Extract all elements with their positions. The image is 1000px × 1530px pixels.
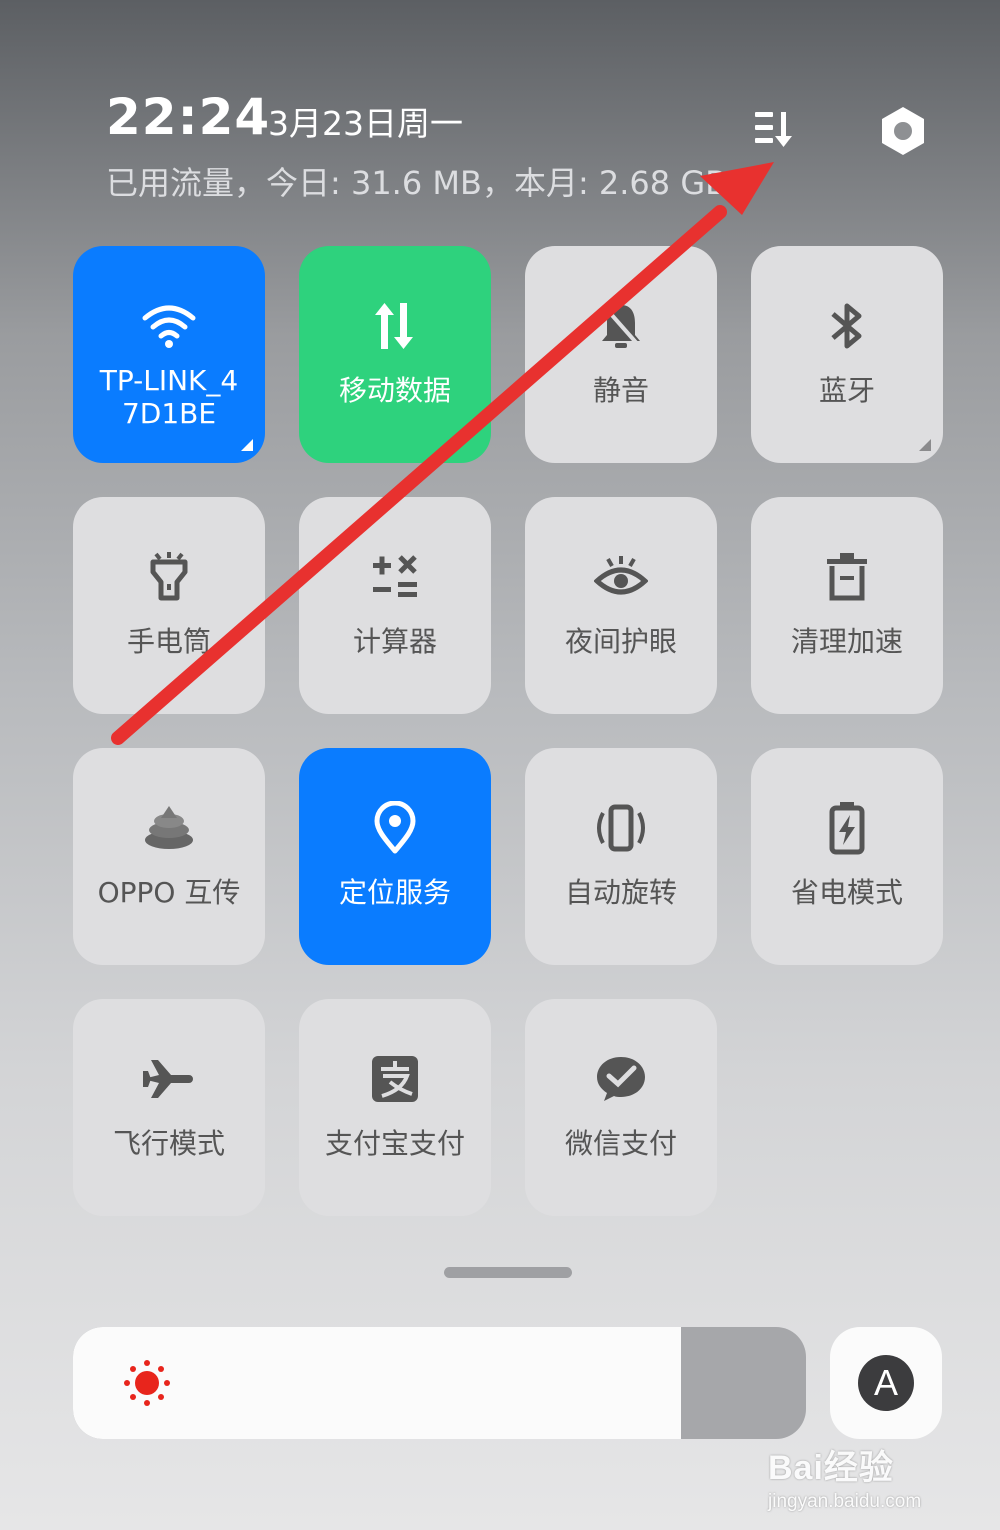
bluetooth-icon [817,296,877,356]
tile-label: 移动数据 [338,374,451,407]
location-pin-icon [365,798,425,858]
tile-label: 支付宝支付 [324,1127,465,1160]
clock-time: 22:24 [106,88,271,146]
expand-corner-icon [241,439,253,451]
battery-saver-icon [817,798,877,858]
tile-label: TP-LINK_4 7D1BE [99,364,239,430]
tile-label: OPPO 互传 [97,876,241,909]
calculator-icon [365,547,425,607]
tile-label: 定位服务 [338,876,451,909]
tile-label: 飞行模式 [112,1127,225,1160]
tile-label: 夜间护眼 [564,625,677,658]
airplane-icon [139,1049,199,1109]
tile-night-mode[interactable]: 夜间护眼 [525,497,717,714]
tile-power-saving[interactable]: 省电模式 [751,748,943,965]
data-usage-label: 已用流量，今日: 31.6 MB，本月: 2.68 GB [106,164,728,202]
tile-label: 清理加速 [790,625,903,658]
tile-label: 省电模式 [790,876,903,909]
watermark-url: jingyan.baidu.com [768,1491,922,1512]
tile-alipay[interactable]: 支付宝支付 [299,999,491,1216]
tile-bluetooth[interactable]: 蓝牙 [751,246,943,463]
oppo-share-icon [139,798,199,858]
tile-clean-boost[interactable]: 清理加速 [751,497,943,714]
sort-list-icon [755,112,792,147]
tile-flashlight[interactable]: 手电筒 [73,497,265,714]
tile-oppo-share[interactable]: OPPO 互传 [73,748,265,965]
auto-brightness-label: A [858,1355,914,1411]
auto-brightness-button[interactable]: A [830,1327,942,1439]
mobile-data-icon [365,296,425,356]
tile-label: 手电筒 [126,625,211,658]
alipay-icon [365,1049,425,1109]
edit-tiles-button[interactable] [745,100,801,156]
wifi-icon [139,296,199,356]
wechat-pay-icon [591,1049,651,1109]
sun-icon [124,1360,170,1406]
tile-silent[interactable]: 静音 [525,246,717,463]
brightness-slider[interactable] [73,1327,806,1439]
tile-calculator[interactable]: 计算器 [299,497,491,714]
tile-mobile-data[interactable]: 移动数据 [299,246,491,463]
flashlight-icon [139,547,199,607]
tile-location[interactable]: 定位服务 [299,748,491,965]
tile-label: 微信支付 [564,1127,677,1160]
expand-corner-icon [919,439,931,451]
rotate-icon [591,798,651,858]
tile-label: 自动旋转 [564,876,677,909]
drag-handle[interactable] [444,1267,572,1278]
tile-label: 计算器 [352,625,437,658]
date-label: 3月23日周一 [268,104,463,143]
watermark-logo: Bai经验 [768,1449,894,1487]
bell-off-icon [591,296,651,356]
tile-auto-rotate[interactable]: 自动旋转 [525,748,717,965]
watermark: Bai经验 jingyan.baidu.com [768,1440,948,1512]
tile-label: 蓝牙 [818,374,875,407]
settings-hexagon-icon [882,107,924,155]
tile-label: 静音 [592,374,649,407]
settings-button[interactable] [872,100,934,162]
eye-icon [591,547,651,607]
trash-icon [817,547,877,607]
tile-wechat-pay[interactable]: 微信支付 [525,999,717,1216]
tile-airplane-mode[interactable]: 飞行模式 [73,999,265,1216]
status-header: 22:24 3月23日周一 已用流量，今日: 31.6 MB，本月: 2.68 … [0,0,1000,230]
tile-wifi[interactable]: TP-LINK_4 7D1BE [73,246,265,463]
